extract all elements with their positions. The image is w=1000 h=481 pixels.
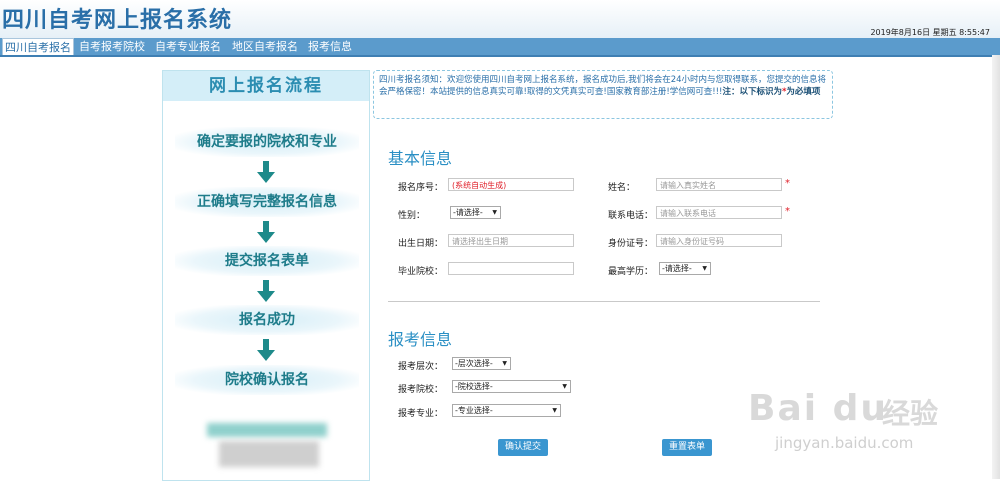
nav-item-major-signup[interactable]: 自考专业报名 (155, 38, 221, 55)
basic-info-title: 基本信息 (388, 149, 453, 168)
notice-note-suffix: 为必填项 (786, 87, 821, 97)
id-label: 身份证号： (608, 239, 654, 249)
phone-label: 联系电话： (608, 211, 654, 221)
site-header: 四川自考网上报名系统 2019年8月16日 星期五 8:55:47 (0, 0, 1000, 38)
gender-label: 性别： (398, 211, 426, 221)
nav-item-exam-colleges[interactable]: 自考报考院校 (79, 38, 145, 55)
gender-select[interactable]: -请选择- ▼ (450, 206, 501, 219)
process-step-5: 院校确认报名 (175, 365, 359, 395)
name-label: 姓名： (608, 183, 636, 193)
college-select[interactable]: -院校选择- ▼ (452, 380, 571, 393)
notice-note-prefix: 注：以下标识为 (722, 87, 782, 97)
window-edge (992, 55, 1000, 479)
main-nav: 四川自考报名 自考报考院校 自考专业报名 地区自考报名 报考信息 (0, 38, 1000, 57)
education-select-value: -请选择- (662, 264, 692, 273)
birth-date-input[interactable]: 请选择出生日期 (448, 234, 574, 247)
reset-button[interactable]: 重置表单 (662, 439, 712, 456)
process-step-2: 正确填写完整报名信息 (175, 187, 359, 217)
chevron-down-icon: ▼ (502, 360, 507, 367)
chevron-down-icon: ▼ (492, 209, 497, 216)
school-label: 毕业院校： (398, 267, 444, 277)
submit-button[interactable]: 确认提交 (498, 439, 548, 456)
serial-field: (系统自动生成) (448, 178, 574, 191)
college-select-value: -院校选择- (455, 382, 493, 391)
level-select-value: -层次选择- (455, 359, 493, 368)
major-select[interactable]: -专业选择- ▼ (452, 404, 561, 417)
site-title: 四川自考网上报名系统 (2, 8, 233, 33)
level-select[interactable]: -层次选择- ▼ (452, 357, 511, 370)
graduate-school-input[interactable] (448, 262, 574, 275)
required-star: * (785, 178, 790, 189)
process-step-1: 确定要报的院校和专业 (175, 127, 359, 157)
down-arrow-icon (257, 339, 275, 361)
gender-select-value: -请选择- (453, 208, 483, 217)
nav-item-exam-info[interactable]: 报考信息 (308, 38, 352, 55)
section-divider (388, 301, 820, 302)
nav-item-sichuan-exam-signup[interactable]: 四川自考报名 (2, 38, 74, 55)
level-label: 报考层次： (398, 362, 444, 372)
process-step-4: 报名成功 (175, 305, 359, 335)
process-step-3: 提交报名表单 (175, 246, 359, 276)
education-select[interactable]: -请选择- ▼ (659, 262, 711, 275)
process-title: 网上报名流程 (163, 71, 369, 101)
blurred-contact-strip (207, 423, 327, 437)
nav-item-region-signup[interactable]: 地区自考报名 (232, 38, 298, 55)
current-datetime: 2019年8月16日 星期五 8:55:47 (870, 28, 990, 37)
down-arrow-icon (257, 221, 275, 243)
id-number-input[interactable]: 请输入身份证号码 (656, 234, 782, 247)
blurred-qr-image (219, 441, 319, 467)
chevron-down-icon: ▼ (562, 383, 567, 390)
required-star: * (785, 206, 790, 217)
signup-notice: 四川考报名须知：欢迎您使用四川自考网上报名系统，报名成功后,我们将会在24小时内… (373, 70, 833, 119)
chevron-down-icon: ▼ (702, 265, 707, 272)
exam-info-title: 报考信息 (388, 330, 453, 349)
college-label: 报考院校： (398, 385, 444, 395)
serial-label: 报名序号： (398, 183, 444, 193)
down-arrow-icon (257, 280, 275, 302)
education-label: 最高学历： (608, 267, 654, 277)
chevron-down-icon: ▼ (552, 407, 557, 414)
baidu-watermark-logo: Bai du (748, 388, 889, 429)
down-arrow-icon (257, 161, 275, 183)
baidu-watermark-cn: 经验 (882, 397, 939, 430)
process-panel: 网上报名流程 确定要报的院校和专业 正确填写完整报名信息 提交报名表单 报名成功… (162, 70, 370, 481)
major-label: 报考专业： (398, 409, 444, 419)
phone-input[interactable]: 请输入联系电话 (656, 206, 782, 219)
birth-label: 出生日期： (398, 239, 444, 249)
name-input[interactable]: 请输入真实姓名 (656, 178, 782, 191)
major-select-value: -专业选择- (455, 406, 493, 415)
baidu-watermark-url: jingyan.baidu.com (775, 434, 914, 452)
